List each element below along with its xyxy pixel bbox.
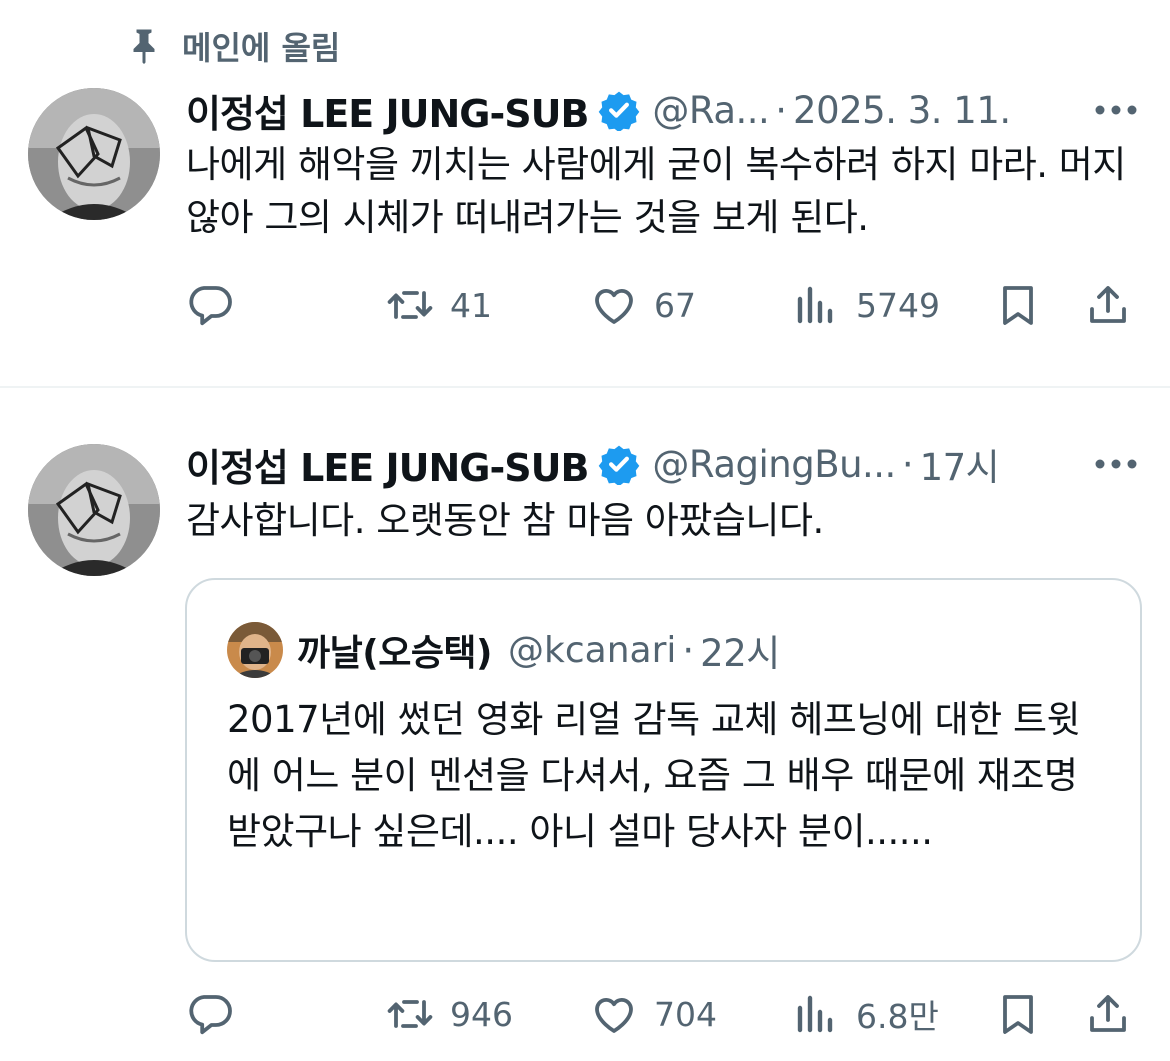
pinned-label: 메인에 올림	[182, 29, 341, 67]
tweet-actions: 946 704 6.8만	[186, 984, 1146, 1044]
share-button[interactable]	[1084, 984, 1132, 1044]
like-count: 704	[654, 994, 717, 1034]
reply-button[interactable]	[186, 275, 250, 335]
more-icon[interactable]	[1094, 458, 1138, 470]
bookmark-button[interactable]	[994, 275, 1042, 335]
views-button[interactable]: 6.8만	[792, 984, 939, 1044]
retweet-icon	[387, 291, 433, 319]
share-button[interactable]	[1084, 275, 1132, 335]
pinned-indicator: 메인에 올림	[126, 24, 340, 68]
views-count: 5749	[856, 285, 940, 325]
bookmark-icon	[1003, 995, 1033, 1034]
quoted-tweet[interactable]: 까날(오승택) @kcanari · 22시 2017년에 썼던 영화 리얼 감…	[185, 578, 1142, 962]
divider	[0, 386, 1170, 388]
avatar[interactable]	[28, 444, 160, 576]
quoted-tweet-header: 까날(오승택) @kcanari · 22시	[227, 620, 780, 680]
pin-icon	[133, 29, 155, 64]
share-icon	[1090, 995, 1126, 1032]
tweet-time[interactable]: 17시	[920, 437, 1000, 491]
author-handle[interactable]: @RagingBu...	[652, 443, 896, 486]
tweet-header: 이정섭 LEE JUNG-SUB @Ra... · 2025. 3. 11.	[186, 82, 1011, 138]
views-icon	[797, 995, 833, 1033]
tweet-time[interactable]: 2025. 3. 11.	[793, 89, 1011, 132]
retweet-button[interactable]: 946	[386, 984, 513, 1044]
verified-badge-icon	[599, 91, 640, 131]
author-name[interactable]: 이정섭 LEE JUNG-SUB	[186, 437, 589, 492]
reply-button[interactable]	[186, 984, 250, 1044]
separator-dot: ·	[901, 442, 914, 486]
views-count: 6.8만	[856, 997, 939, 1036]
more-icon[interactable]	[1094, 104, 1138, 116]
retweet-count: 41	[450, 285, 492, 325]
retweet-button[interactable]: 41	[386, 275, 492, 335]
like-icon	[595, 997, 633, 1033]
avatar[interactable]	[28, 88, 160, 220]
views-button[interactable]: 5749	[792, 275, 940, 335]
reply-icon	[189, 995, 232, 1035]
author-name[interactable]: 이정섭 LEE JUNG-SUB	[186, 83, 589, 138]
quoted-tweet-time: 22시	[700, 632, 780, 675]
views-icon	[797, 286, 833, 324]
quoted-tweet-text: 2017년에 썼던 영화 리얼 감독 교체 헤프닝에 대한 트윗에 어느 분이 …	[227, 698, 1081, 853]
tweet-text: 감사합니다. 오랫동안 참 마음 아팠습니다.	[186, 499, 824, 542]
share-icon	[1090, 286, 1126, 323]
like-button[interactable]: 704	[590, 984, 717, 1044]
tweet-actions: 41 67 5749	[186, 275, 1146, 335]
quoted-author-name: 까날(오승택)	[297, 633, 493, 674]
reply-icon	[189, 286, 232, 326]
retweet-icon	[387, 1000, 433, 1028]
tweet-text: 나에게 해악을 끼치는 사람에게 굳이 복수하려 하지 마라. 머지않아 그의 …	[186, 143, 1126, 239]
tweet-header: 이정섭 LEE JUNG-SUB @RagingBu... · 17시	[186, 436, 1000, 492]
bookmark-icon	[1003, 286, 1033, 325]
author-handle[interactable]: @Ra...	[652, 89, 769, 132]
separator-dot: ·	[775, 88, 788, 132]
separator-dot: ·	[682, 628, 695, 672]
avatar[interactable]	[227, 622, 283, 678]
like-icon	[595, 288, 633, 324]
bookmark-button[interactable]	[994, 984, 1042, 1044]
verified-badge-icon	[599, 445, 640, 485]
like-button[interactable]: 67	[590, 275, 696, 335]
like-count: 67	[654, 285, 696, 325]
quoted-author-handle: @kcanari	[508, 629, 677, 671]
retweet-count: 946	[450, 994, 513, 1034]
